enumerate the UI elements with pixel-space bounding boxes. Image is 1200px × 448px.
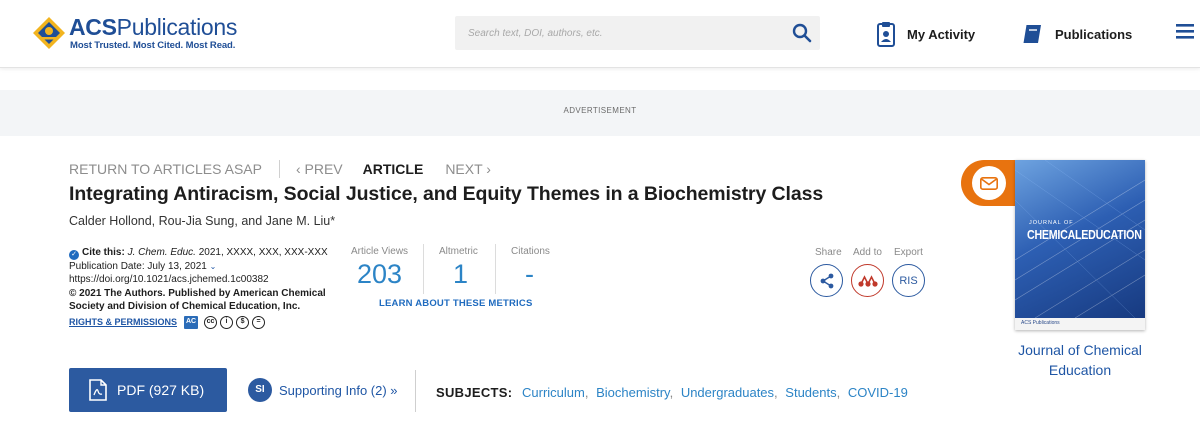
subject-separator: ,	[584, 385, 589, 400]
site-header: ACSPublications Most Trusted. Most Cited…	[0, 0, 1200, 68]
metric-divider	[495, 244, 496, 294]
doi-link[interactable]: https://doi.org/10.1021/acs.jchemed.1c00…	[69, 273, 339, 286]
current-article-label: ARTICLE	[362, 161, 424, 177]
publications-label: Publications	[1055, 26, 1133, 42]
publications-link[interactable]: Publications	[1021, 18, 1132, 50]
subject-separator: ,	[669, 385, 674, 400]
check-icon: ✓	[69, 250, 79, 260]
altmetric-metric[interactable]: Altmetric 1	[439, 246, 478, 290]
citations-label: Citations	[511, 246, 550, 257]
cover-footer: ACS Publications	[1015, 318, 1145, 330]
logo-name: ACSPublications	[69, 14, 238, 40]
subject-link[interactable]: Biochemistry	[596, 385, 669, 400]
subject-link[interactable]: COVID-19	[848, 385, 908, 400]
supporting-info-label: Supporting Info (2) »	[279, 382, 398, 398]
subject-link[interactable]: Students	[785, 385, 836, 400]
article-authors[interactable]: Calder Hollond, Rou-Jia Sung, and Jane M…	[69, 214, 335, 228]
subjects-row: SUBJECTS: Curriculum, Biochemistry, Unde…	[436, 385, 908, 400]
by-icon: i	[220, 316, 234, 330]
prev-article-link[interactable]: ‹ PREV	[296, 161, 343, 177]
publication-date[interactable]: Publication Date: July 13, 2021 ⌄	[69, 260, 339, 273]
article-title: Integrating Antiracism, Social Justice, …	[69, 183, 824, 205]
logo-tagline: Most Trusted. Most Cited. Most Read.	[70, 40, 236, 51]
chevron-down-icon: ⌄	[209, 262, 217, 271]
clipboard-user-icon	[877, 22, 895, 47]
mendeley-icon	[857, 274, 878, 287]
citations-metric: Citations -	[511, 246, 550, 290]
search-input[interactable]	[455, 16, 775, 50]
cover-publisher: ACS Publications	[1021, 320, 1060, 326]
email-icon-holder	[972, 166, 1006, 200]
search-icon[interactable]	[792, 23, 812, 43]
cite-ref: 2021, XXXX, XXX, XXX-XXX	[195, 247, 328, 258]
learn-metrics-link[interactable]: LEARN ABOUT THESE METRICS	[379, 298, 532, 309]
export-label: Export	[894, 247, 923, 258]
bottom-divider	[415, 370, 416, 412]
citation-block: ✓ Cite this: J. Chem. Educ. 2021, XXXX, X…	[69, 246, 339, 330]
share-button[interactable]	[810, 264, 843, 297]
pdf-label: PDF (927 KB)	[117, 382, 205, 398]
cite-journal: J. Chem. Educ.	[127, 247, 196, 258]
acs-logo-icon	[33, 17, 65, 49]
nav-divider	[278, 160, 280, 178]
views-value: 203	[357, 259, 403, 289]
add-to-button[interactable]	[851, 264, 884, 297]
advertisement-banner: ADVERTISEMENT	[0, 90, 1200, 136]
pdf-file-icon	[89, 379, 107, 401]
article-navigation: RETURN TO ARTICLES ASAP ‹ PREV ARTICLE N…	[69, 160, 491, 178]
cover-title: CHEMICALEDUCATION	[1027, 227, 1142, 242]
export-ris-button[interactable]: RIS	[892, 264, 925, 297]
subject-separator: ,	[836, 385, 841, 400]
email-alert-button[interactable]	[961, 160, 1023, 206]
metric-divider	[423, 244, 424, 294]
si-badge-icon: SI	[248, 378, 272, 402]
views-label: Article Views	[351, 246, 409, 257]
journal-name-link[interactable]: Journal of Chemical Education	[1000, 340, 1160, 380]
subject-separator: ,	[774, 385, 778, 400]
altmetric-label: Altmetric	[439, 246, 478, 257]
cover-journal-of: JOURNAL OF	[1029, 220, 1074, 226]
altmetric-value: 1	[453, 259, 469, 289]
copyright-notice: © 2021 The Authors. Published by America…	[69, 287, 326, 312]
share-label: Share	[815, 247, 842, 258]
add-to-label: Add to	[853, 247, 882, 258]
next-article-link[interactable]: NEXT ›	[445, 161, 491, 177]
my-activity-label: My Activity	[907, 26, 976, 42]
rights-permissions-link[interactable]: RIGHTS & PERMISSIONS	[69, 316, 177, 329]
acs-logo[interactable]: ACSPublications Most Trusted. Most Cited…	[32, 14, 237, 54]
supporting-info-link[interactable]: SI Supporting Info (2) »	[248, 378, 398, 402]
rights-row: RIGHTS & PERMISSIONS AC cc i $ =	[69, 316, 339, 330]
book-icon	[1022, 24, 1041, 44]
export-ris-label: RIS	[899, 274, 918, 287]
subjects-label: SUBJECTS:	[436, 385, 513, 400]
journal-cover-image[interactable]: JOURNAL OF CHEMICALEDUCATION ACS Publica…	[1015, 160, 1145, 330]
search-box	[455, 16, 820, 50]
article-views-metric: Article Views 203	[351, 246, 408, 290]
nc-icon: $	[236, 316, 250, 330]
envelope-icon	[980, 176, 998, 190]
hamburger-menu-icon[interactable]	[1176, 22, 1194, 40]
cite-line[interactable]: ✓ Cite this: J. Chem. Educ. 2021, XXXX, X…	[69, 246, 339, 260]
return-to-asap-link[interactable]: RETURN TO ARTICLES ASAP	[69, 161, 262, 177]
my-activity-link[interactable]: My Activity	[877, 18, 975, 50]
pdf-download-button[interactable]: PDF (927 KB)	[69, 368, 227, 412]
subject-link[interactable]: Curriculum	[522, 385, 585, 400]
cc-icon: cc	[204, 316, 218, 330]
subject-link[interactable]: Undergraduates	[681, 385, 774, 400]
open-access-icon: AC	[184, 316, 199, 330]
cite-label: Cite this:	[82, 247, 125, 258]
citations-value: -	[525, 259, 534, 289]
share-icon	[820, 273, 833, 288]
nd-icon: =	[252, 316, 266, 330]
